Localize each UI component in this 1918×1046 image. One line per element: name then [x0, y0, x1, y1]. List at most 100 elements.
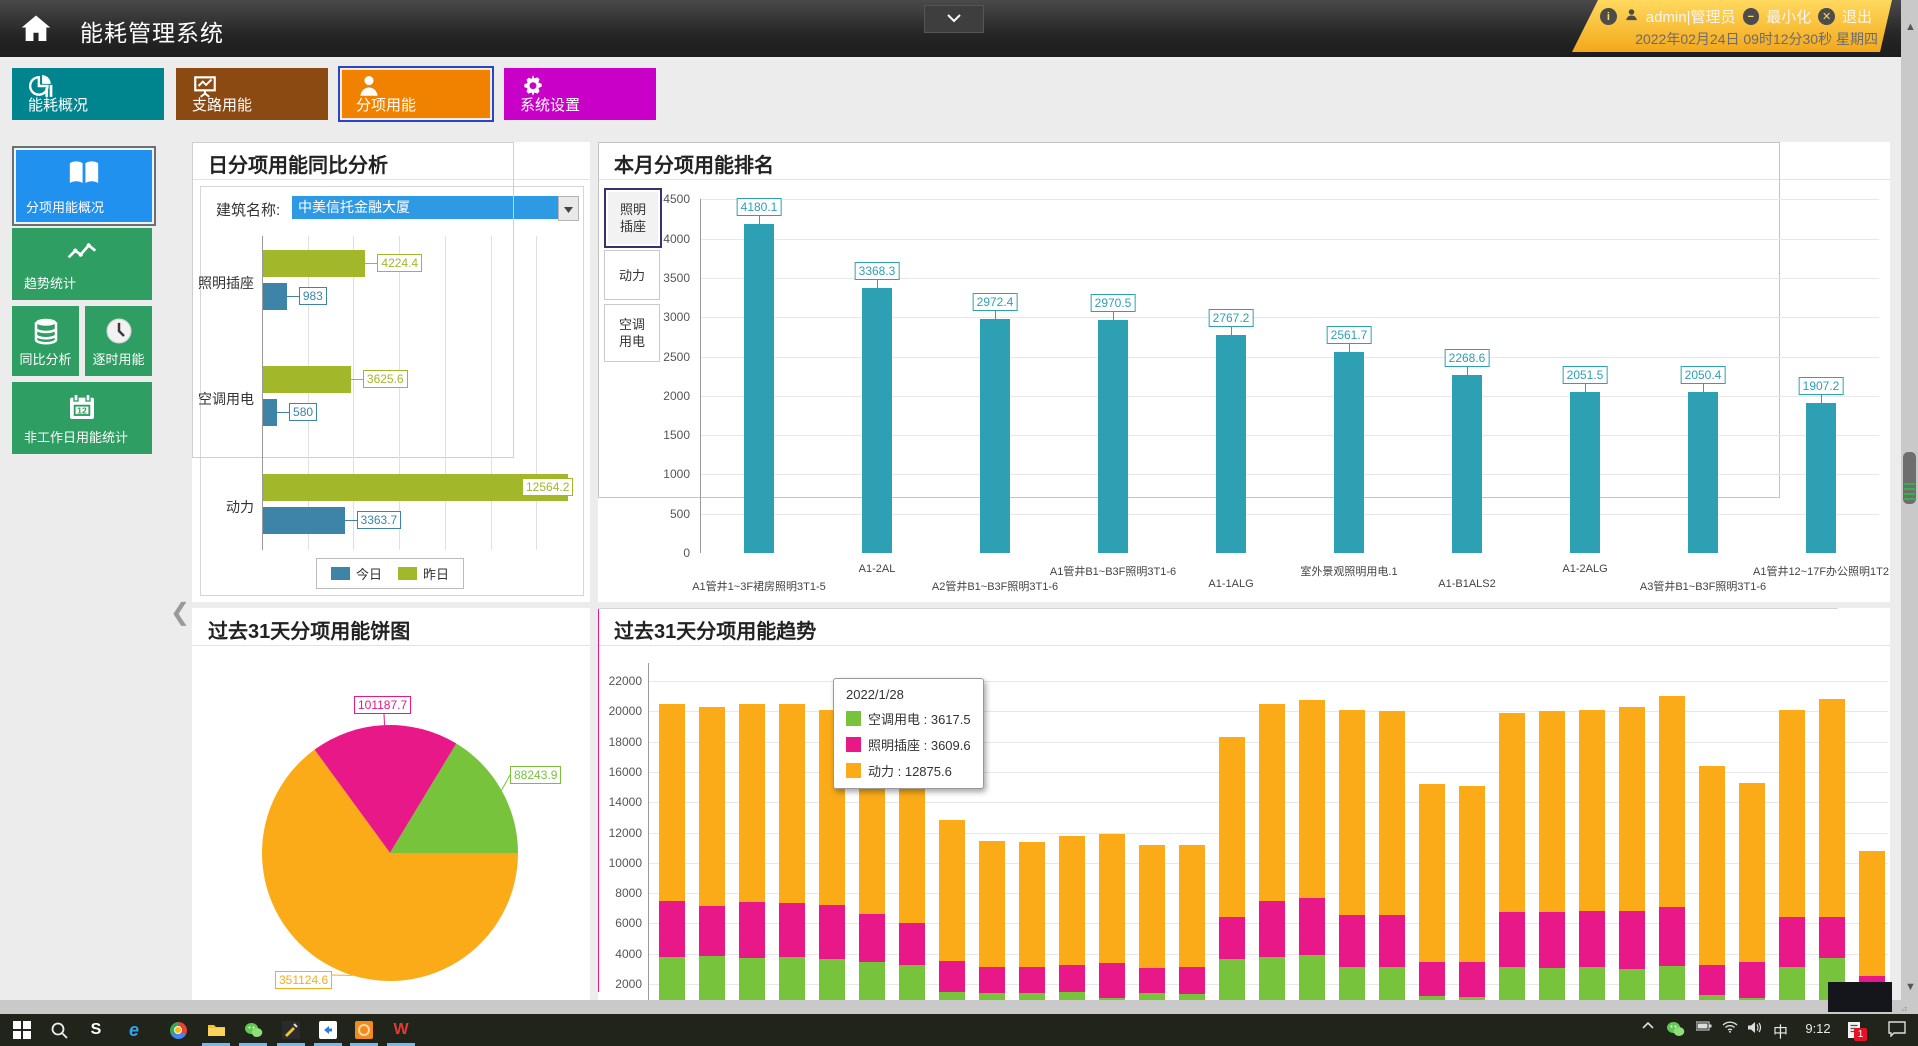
- sidebar-item-1[interactable]: 分项用能概况: [12, 146, 156, 226]
- trend-bar-segment-照明插座: [859, 914, 885, 962]
- gridline-v: [536, 236, 537, 550]
- home-icon[interactable]: [10, 7, 62, 50]
- trend-bar-segment-照明插座: [1139, 968, 1165, 993]
- value-connector: [759, 216, 760, 224]
- t-app-icon[interactable]: [317, 1019, 339, 1041]
- pie-value-label: 101187.7: [354, 696, 411, 714]
- tray-clock[interactable]: 9:12: [1800, 1021, 1836, 1036]
- tray-chevron-up-icon[interactable]: [1642, 1021, 1654, 1029]
- x-category-label: A1-1ALG: [1208, 578, 1253, 590]
- daily-legend: 今日昨日: [316, 558, 464, 589]
- app-titlebar: 能耗管理系统 i admin|管理员 − 最小化 ✕ 退出 2022年02月24…: [0, 0, 1918, 57]
- gridline-v: [399, 236, 400, 550]
- trend-bar-segment-照明插座: [1019, 967, 1045, 994]
- nav-tab-1[interactable]: 能耗概况: [12, 68, 164, 120]
- ie-icon[interactable]: e: [123, 1019, 145, 1041]
- close-icon[interactable]: ✕: [1818, 8, 1835, 25]
- value-label: 2050.4: [1681, 366, 1726, 384]
- pie-value-label: 351124.6: [275, 971, 332, 989]
- trend-bar-segment-动力: [1099, 834, 1125, 963]
- tray-volume-icon[interactable]: [1747, 1021, 1762, 1034]
- topbar-dropdown[interactable]: [924, 5, 984, 33]
- trend-bar-segment-动力: [1539, 711, 1565, 912]
- y-tick-label: 8000: [598, 886, 642, 900]
- value-connector: [1113, 312, 1114, 320]
- trend-bar-segment-动力: [1339, 710, 1365, 915]
- windows-start-icon[interactable]: [11, 1019, 33, 1041]
- rank-bar: [1216, 335, 1246, 553]
- trend-bar-segment-照明插座: [899, 923, 925, 965]
- tooltip-row: 照明插座 : 3609.6: [846, 735, 971, 754]
- tool-icon[interactable]: [280, 1019, 302, 1041]
- y-tick-label: 18000: [598, 735, 642, 749]
- action-center-icon[interactable]: [1888, 1021, 1906, 1037]
- rank-bar: [980, 319, 1010, 553]
- trend-bar-segment-动力: [1619, 707, 1645, 911]
- hbar-今日: [263, 399, 277, 426]
- tray-wifi-icon[interactable]: [1722, 1021, 1738, 1033]
- nav-tab-2[interactable]: 支路用能: [176, 68, 328, 120]
- value-connector: [1821, 395, 1822, 403]
- trend-bar-segment-照明插座: [979, 967, 1005, 994]
- y-tick-label: 12000: [598, 826, 642, 840]
- wps-icon[interactable]: W: [390, 1019, 412, 1041]
- nav-tab-label: 支路用能: [192, 94, 252, 115]
- user-panel: i admin|管理员 − 最小化 ✕ 退出 2022年02月24日 09时12…: [1572, 0, 1892, 52]
- scroll-down-icon[interactable]: ▼: [1905, 982, 1916, 993]
- value-label: 983: [299, 287, 327, 305]
- nav-tab-4[interactable]: 系统设置: [504, 68, 656, 120]
- nav-tab-3[interactable]: 分项用能: [340, 68, 492, 120]
- logout-label[interactable]: 退出: [1842, 6, 1872, 27]
- pinwheel-icon[interactable]: S: [85, 1019, 107, 1041]
- category-label: 空调用电: [192, 389, 254, 409]
- rank-filter-button-1[interactable]: 照明 插座: [604, 188, 662, 248]
- trend-bar-segment-动力: [1579, 710, 1605, 911]
- value-label: 4224.4: [377, 254, 422, 272]
- folder-icon[interactable]: [205, 1019, 227, 1041]
- windows-taskbar: SeW中9:121: [0, 1014, 1918, 1046]
- scroll-up-icon[interactable]: ▲: [1905, 22, 1916, 33]
- tray-battery-icon[interactable]: [1696, 1021, 1712, 1031]
- x-category-label: A1-2AL: [859, 563, 896, 575]
- rank-filter-button-2[interactable]: 动力: [604, 250, 660, 300]
- value-label: 2970.5: [1091, 294, 1136, 312]
- search-icon[interactable]: [48, 1019, 70, 1041]
- vertical-scrollbar-thumb[interactable]: [1903, 452, 1916, 504]
- minimize-label[interactable]: 最小化: [1766, 6, 1811, 27]
- wechat-icon[interactable]: [242, 1019, 264, 1041]
- tooltip-swatch: [846, 737, 861, 752]
- tray-ime-indicator[interactable]: 中: [1773, 1021, 1788, 1042]
- value-connector: [995, 311, 996, 319]
- sidebar-item-2[interactable]: 趋势统计: [12, 228, 152, 300]
- trend-bar-segment-照明插座: [779, 903, 805, 958]
- trend-bar-segment-动力: [939, 820, 965, 961]
- y-axis-line: [648, 663, 649, 1046]
- trend-bar-segment-动力: [1139, 845, 1165, 968]
- trend-bar-segment-动力: [1019, 842, 1045, 967]
- tooltip-text: 动力 : 12875.6: [868, 761, 952, 780]
- horizontal-scrollbar[interactable]: ▶: [0, 1000, 1901, 1014]
- trend-bar-segment-照明插座: [1779, 917, 1805, 967]
- trend-bar-segment-动力: [1419, 784, 1445, 962]
- nav-tab-label: 系统设置: [520, 94, 580, 115]
- datetime-text: 2022年02月24日 09时12分30秒 星期四: [1612, 29, 1878, 49]
- panel-daily-compare: 日分项用能同比分析 建筑名称: 中美信托金融大厦 照明插座4224.4983空调…: [192, 142, 590, 602]
- tray-wechat-icon[interactable]: [1666, 1021, 1685, 1038]
- collapse-panel-chevron-left-icon[interactable]: ❮: [170, 598, 190, 627]
- x-category-label: A1-B1ALS2: [1438, 578, 1495, 590]
- vertical-scrollbar[interactable]: ▲ ▼: [1901, 0, 1918, 1014]
- chrome-icon[interactable]: [167, 1019, 189, 1041]
- sidebar-item-5[interactable]: 12非工作日用能统计: [12, 382, 152, 454]
- rank-filter-button-3[interactable]: 空调 用电: [604, 304, 660, 362]
- orange-app-icon[interactable]: [353, 1019, 375, 1041]
- sidebar-item-3[interactable]: 同比分析: [12, 306, 79, 376]
- nav-tab-label: 能耗概况: [28, 94, 88, 115]
- trend-bar-segment-动力: [1819, 699, 1845, 917]
- sidebar-item-4[interactable]: 逐时用能: [85, 306, 152, 376]
- value-label: 3363.7: [357, 511, 402, 529]
- trend-bar-segment-动力: [1299, 700, 1325, 898]
- trend-bar-segment-照明插座: [1459, 962, 1485, 997]
- minimize-icon[interactable]: −: [1743, 8, 1760, 25]
- svg-text:12: 12: [77, 405, 87, 415]
- info-icon[interactable]: i: [1600, 8, 1617, 25]
